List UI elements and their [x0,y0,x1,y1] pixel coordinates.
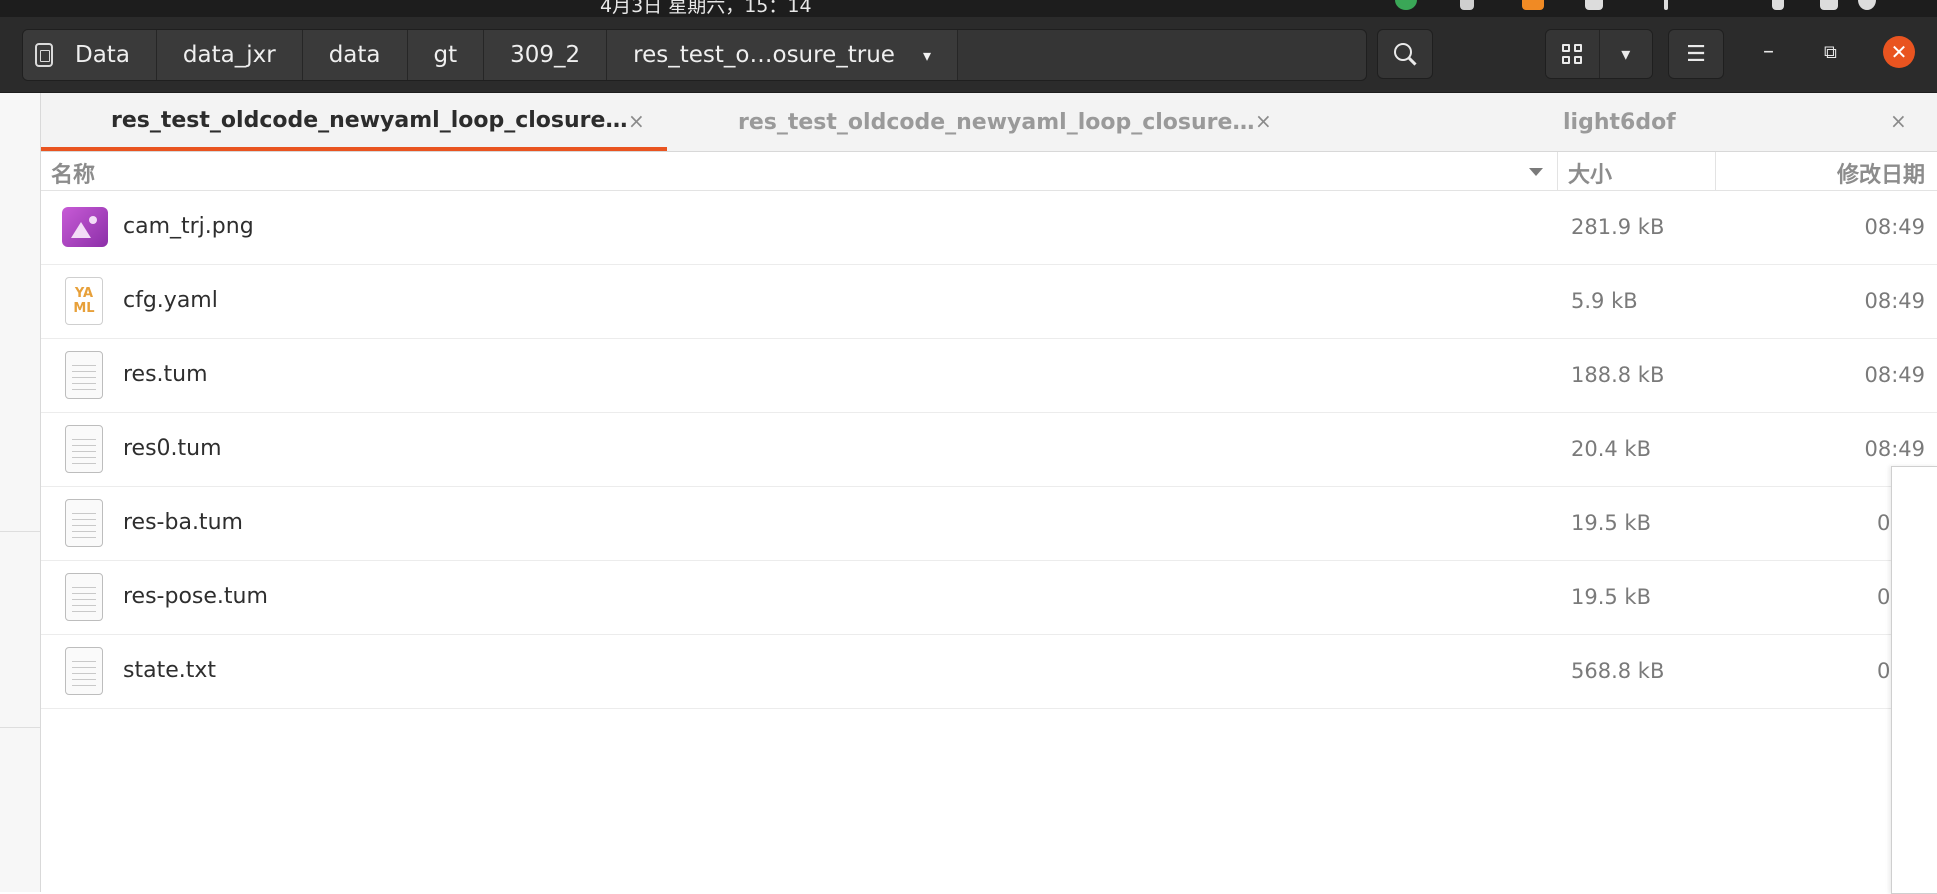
tab-light6dof[interactable]: light6dof × [1295,93,1937,151]
breadcrumb-current-folder[interactable]: res_test_o…osure_true ▾ [607,30,958,80]
breadcrumb-label: gt [433,42,458,68]
hamburger-menu-icon: ☰ [1686,41,1706,67]
close-tab-icon[interactable]: × [1255,109,1272,133]
file-size: 19.5 kB [1571,585,1652,609]
breadcrumb-309-2[interactable]: 309_2 [484,30,608,80]
tab-label: light6dof [1563,109,1676,135]
close-window-button[interactable]: ✕ [1883,36,1915,68]
chevron-down-icon: ▾ [1621,43,1631,65]
text-file-icon [65,573,105,621]
breadcrumb-label: Data [75,42,130,68]
power-tray-icon[interactable] [1858,0,1876,10]
view-options-button[interactable]: ▾ [1599,30,1652,78]
file-modified: 08:49 [1864,437,1925,461]
yaml-icon-label-bottom: ML [73,301,95,316]
text-file-icon [65,351,105,399]
file-name: res-ba.tum [123,510,243,535]
tab-label: res_test_oldcode_newyaml_loop_closure… [738,109,1255,135]
close-tab-icon[interactable]: × [628,109,645,133]
volume-tray-icon[interactable] [1820,0,1838,10]
breadcrumb-data[interactable]: Data [23,30,157,80]
maximize-button[interactable]: ⧉ [1824,42,1837,63]
column-divider[interactable] [1557,152,1558,190]
grid-view-button[interactable] [1546,30,1600,78]
image-file-icon [62,207,108,247]
file-name: res-pose.tum [123,584,268,609]
column-header-name[interactable]: 名称 [51,157,95,189]
chevron-down-icon[interactable]: ▾ [923,46,931,65]
app-tray-icon[interactable] [1522,0,1544,10]
file-size: 281.9 kB [1571,215,1665,239]
sidebar [0,93,41,892]
header-bar: Data data_jxr data gt 309_2 res_test_o…o… [0,17,1937,93]
overlay-panel[interactable] [1891,466,1937,894]
yaml-file-icon: YA ML [65,277,105,325]
file-row-res-tum[interactable]: res.tum 188.8 kB 08:49 [41,339,1937,413]
file-size: 568.8 kB [1571,659,1665,683]
file-row-res-ba-tum[interactable]: res-ba.tum 19.5 kB 08 [41,487,1937,561]
grid-view-icon [1562,44,1583,64]
drive-icon [35,43,53,67]
close-icon: ✕ [1890,40,1908,64]
file-modified: 08:49 [1864,215,1925,239]
column-header-row: 名称 大小 修改日期 [41,152,1937,191]
file-row-res-pose-tum[interactable]: res-pose.tum 19.5 kB 08 [41,561,1937,635]
file-row-cfg-yaml[interactable]: YA ML cfg.yaml 5.9 kB 08:49 [41,265,1937,339]
chrome-tray-icon[interactable] [1395,0,1417,10]
file-modified: 08:49 [1864,363,1925,387]
tab-label: res_test_oldcode_newyaml_loop_closure… [111,107,628,133]
tab-res-test-1[interactable]: res_test_oldcode_newyaml_loop_closure… × [41,93,667,151]
system-clock[interactable]: 4月3日 星期六，15：14 [600,0,812,17]
breadcrumb-label: data_jxr [182,42,276,68]
search-button[interactable] [1377,29,1433,79]
column-header-modified[interactable]: 修改日期 [1837,157,1925,189]
view-switcher: ▾ [1545,29,1653,79]
file-size: 188.8 kB [1571,363,1665,387]
sort-descending-icon[interactable] [1529,168,1543,176]
file-name: cfg.yaml [123,288,218,313]
file-name: res0.tum [123,436,222,461]
tab-bar: res_test_oldcode_newyaml_loop_closure… ×… [41,93,1937,152]
search-icon [1394,43,1412,61]
minimize-button[interactable]: – [1763,39,1774,64]
breadcrumb-data-lower[interactable]: data [302,30,408,80]
file-row-state-txt[interactable]: state.txt 568.8 kB 08 [41,635,1937,709]
breadcrumb-label: res_test_o…osure_true [633,42,895,68]
breadcrumb-label: data [328,42,381,68]
notification-tray-icon[interactable] [1585,0,1603,10]
yaml-icon-label-top: YA [74,286,94,301]
text-file-icon [65,647,105,695]
file-size: 19.5 kB [1571,511,1652,535]
file-size: 20.4 kB [1571,437,1652,461]
network-tray-icon[interactable] [1772,0,1784,10]
sidebar-divider [0,727,40,728]
breadcrumb-gt[interactable]: gt [407,30,485,80]
file-modified: 08:49 [1864,289,1925,313]
accessibility-tray-icon[interactable] [1664,0,1668,10]
text-file-icon [65,499,105,547]
text-file-icon [65,425,105,473]
close-tab-icon[interactable]: × [1890,109,1907,133]
file-row-cam-trj-png[interactable]: cam_trj.png 281.9 kB 08:49 [41,191,1937,265]
file-name: state.txt [123,658,216,683]
input-method-tray-icon[interactable] [1460,0,1474,10]
menu-button[interactable]: ☰ [1668,29,1724,79]
column-header-size[interactable]: 大小 [1568,157,1612,189]
system-top-bar: 4月3日 星期六，15：14 [0,0,1937,17]
column-divider[interactable] [1715,152,1716,190]
tab-res-test-2[interactable]: res_test_oldcode_newyaml_loop_closure… × [667,93,1295,151]
path-bar: Data data_jxr data gt 309_2 res_test_o…o… [22,29,1367,81]
breadcrumb-label: 309_2 [510,42,581,68]
breadcrumb-data-jxr[interactable]: data_jxr [156,30,303,80]
file-name: res.tum [123,362,208,387]
sidebar-divider [0,531,40,532]
file-name: cam_trj.png [123,214,254,239]
file-size: 5.9 kB [1571,289,1638,313]
file-row-res0-tum[interactable]: res0.tum 20.4 kB 08:49 [41,413,1937,487]
file-list: cam_trj.png 281.9 kB 08:49 YA ML cfg.yam… [41,191,1937,709]
